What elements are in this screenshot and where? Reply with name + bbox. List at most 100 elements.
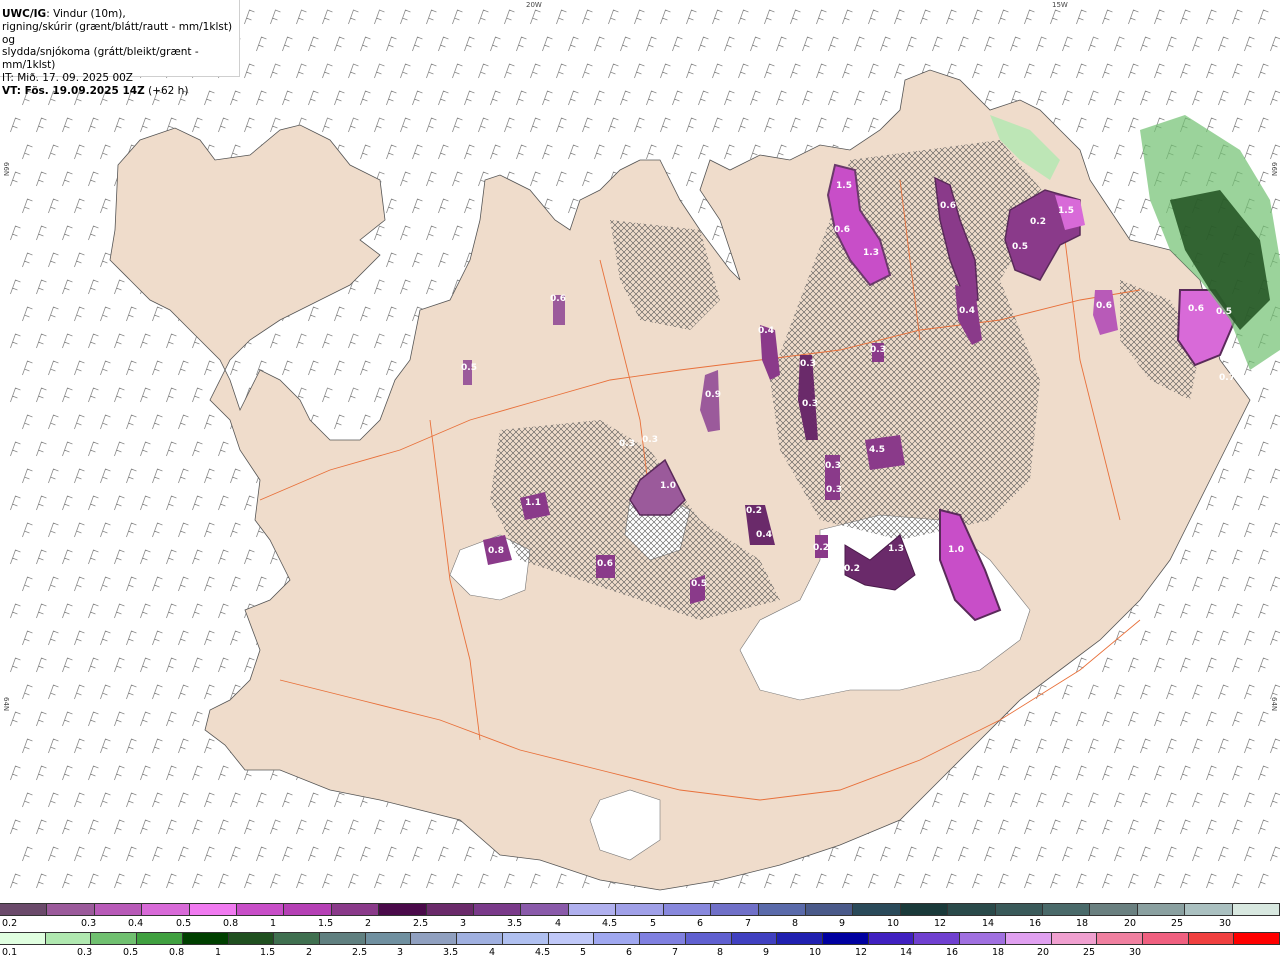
legend-swatch bbox=[853, 904, 901, 915]
legend-label: 4.5 bbox=[535, 947, 551, 958]
legend-swatch bbox=[411, 933, 458, 944]
init-time: IT: Mið. 17. 09. 2025 00Z bbox=[2, 71, 133, 84]
precip-value-label: 1.5 bbox=[836, 181, 852, 191]
legend-label: 4.5 bbox=[602, 918, 618, 929]
legend-swatch bbox=[1097, 933, 1143, 944]
title-line2: rigning/skúrir (grænt/blátt/rautt - mm/1… bbox=[2, 20, 233, 46]
legend-swatch bbox=[0, 904, 48, 915]
legend-label: 0.5 bbox=[176, 918, 192, 929]
legend-swatch bbox=[1137, 904, 1186, 915]
legend-swatch bbox=[822, 933, 869, 944]
legend-swatch bbox=[663, 904, 712, 915]
legend-label: 16 bbox=[946, 947, 959, 958]
precip-value-label: 0.6 bbox=[1188, 304, 1204, 314]
precip-value-label: 0.3 bbox=[800, 359, 816, 369]
legend-label: 1.5 bbox=[260, 947, 276, 958]
legend-label: 0.2 bbox=[2, 918, 18, 929]
legend-swatch bbox=[426, 904, 475, 915]
legend-label: 8 bbox=[717, 947, 724, 958]
map-info-box: UWC/IG: Vindur (10m), rigning/skúrir (gr… bbox=[0, 0, 240, 97]
legend-swatch bbox=[137, 933, 183, 944]
legend-label: 9 bbox=[839, 918, 846, 929]
precip-value-label: 0.2 bbox=[746, 506, 762, 516]
legend-swatch bbox=[914, 933, 961, 944]
legend-label: 3 bbox=[460, 918, 467, 929]
legend-label: 30 bbox=[1129, 947, 1142, 958]
legend-label: 20 bbox=[1037, 947, 1050, 958]
legend-swatch bbox=[1042, 904, 1091, 915]
precip-value-label: 0.6 bbox=[834, 225, 850, 235]
lat-label-64n-right: 64N bbox=[1270, 697, 1278, 712]
lon-label-20w: 20W bbox=[526, 1, 542, 9]
legend-swatch bbox=[284, 904, 332, 915]
forecast-map: 1.5 0.6 1.3 0.6 0.2 1.5 0.5 0.6 0.4 0.6 0.5 0.4 0.3 0… bbox=[0, 0, 1280, 903]
precip-value-label: 1.0 bbox=[948, 545, 964, 555]
legend-swatch bbox=[640, 933, 686, 944]
legend-swatch bbox=[94, 904, 143, 915]
precip-value-label: 1.3 bbox=[888, 544, 904, 554]
legend-label: 2.5 bbox=[352, 947, 368, 958]
legend-swatch bbox=[457, 933, 503, 944]
legend-swatch bbox=[868, 933, 915, 944]
color-legend: 0.2 0.3 0.4 0.5 0.8 1 1.5 2 2.5 3 3.5 4 4.5 5 6 7 8 9 10 12… bbox=[0, 903, 1280, 960]
legend-label: 7 bbox=[672, 947, 679, 958]
precip-value-label: 0.3 bbox=[619, 439, 635, 449]
legend-label: 3 bbox=[397, 947, 404, 958]
title-line1: : Vindur (10m), bbox=[46, 8, 126, 20]
legend-swatch bbox=[1234, 933, 1280, 944]
legend-label: 0.3 bbox=[77, 947, 93, 958]
legend-label: 5 bbox=[580, 947, 587, 958]
precip-value-label: 0.5 bbox=[461, 363, 477, 373]
legend-label: 1 bbox=[270, 918, 277, 929]
legend-label: 1 bbox=[215, 947, 222, 958]
legend-swatch bbox=[189, 904, 238, 915]
precip-value-label: 0.5 bbox=[1012, 242, 1028, 252]
legend-label: 1.5 bbox=[318, 918, 334, 929]
precip-value-label: 0.4 bbox=[756, 530, 772, 540]
snow-scale-labels: 0.2 0.3 0.4 0.5 0.8 1 1.5 2 2.5 3 3.5 4 4.5 5 6 7 8 9 10 12… bbox=[0, 918, 1280, 930]
title-line3: slydda/snjókoma (grátt/bleikt/grænt - mm… bbox=[2, 46, 199, 72]
precip-value-label: 1.0 bbox=[660, 481, 676, 491]
legend-swatch bbox=[616, 904, 664, 915]
legend-label: 6 bbox=[626, 947, 633, 958]
legend-swatch bbox=[758, 904, 806, 915]
precip-value-label: 0.6 bbox=[550, 294, 566, 304]
snow-color-bar bbox=[0, 903, 1280, 916]
legend-label: 2 bbox=[306, 947, 313, 958]
legend-swatch bbox=[228, 933, 275, 944]
legend-label: 2.5 bbox=[413, 918, 429, 929]
rain-scale-labels: 0.1 0.3 0.5 0.8 1 1.5 2 2.5 3 3.5 4 4.5 5 6 7 8 9 10 12 14 1… bbox=[0, 947, 1280, 959]
lon-label-15w: 15W bbox=[1052, 1, 1068, 9]
legend-label: 0.8 bbox=[223, 918, 239, 929]
legend-label: 8 bbox=[792, 918, 799, 929]
legend-label: 9 bbox=[763, 947, 770, 958]
precip-value-label: 0.6 bbox=[940, 201, 956, 211]
precip-value-label: 0.7 bbox=[1219, 373, 1235, 383]
legend-swatch bbox=[1188, 933, 1235, 944]
legend-label: 10 bbox=[809, 947, 822, 958]
precip-value-label: 1.3 bbox=[863, 248, 879, 258]
legend-label: 25 bbox=[1171, 918, 1184, 929]
legend-swatch bbox=[777, 933, 823, 944]
iceland-land bbox=[109, 69, 1251, 891]
lat-label-66n-left: 66N bbox=[2, 162, 10, 177]
legend-label: 4 bbox=[489, 947, 496, 958]
legend-swatch bbox=[1185, 904, 1233, 915]
legend-swatch bbox=[521, 904, 569, 915]
precip-value-label: 0.3 bbox=[825, 461, 841, 471]
precip-value-label: 0.9 bbox=[705, 390, 721, 400]
legend-swatch bbox=[900, 904, 949, 915]
legend-label: 3.5 bbox=[507, 918, 523, 929]
legend-swatch bbox=[365, 933, 412, 944]
legend-label: 0.5 bbox=[123, 947, 139, 958]
precip-value-label: 0.4 bbox=[758, 326, 774, 336]
rain-color-bar bbox=[0, 932, 1280, 945]
precip-value-label: 4.5 bbox=[869, 445, 885, 455]
precip-value-label: 0.2 bbox=[844, 564, 860, 574]
legend-swatch bbox=[320, 933, 366, 944]
model-name: UWC/IG bbox=[2, 8, 47, 20]
legend-swatch bbox=[548, 933, 595, 944]
legend-label: 30 bbox=[1219, 918, 1232, 929]
legend-swatch bbox=[731, 933, 778, 944]
legend-label: 12 bbox=[934, 918, 947, 929]
